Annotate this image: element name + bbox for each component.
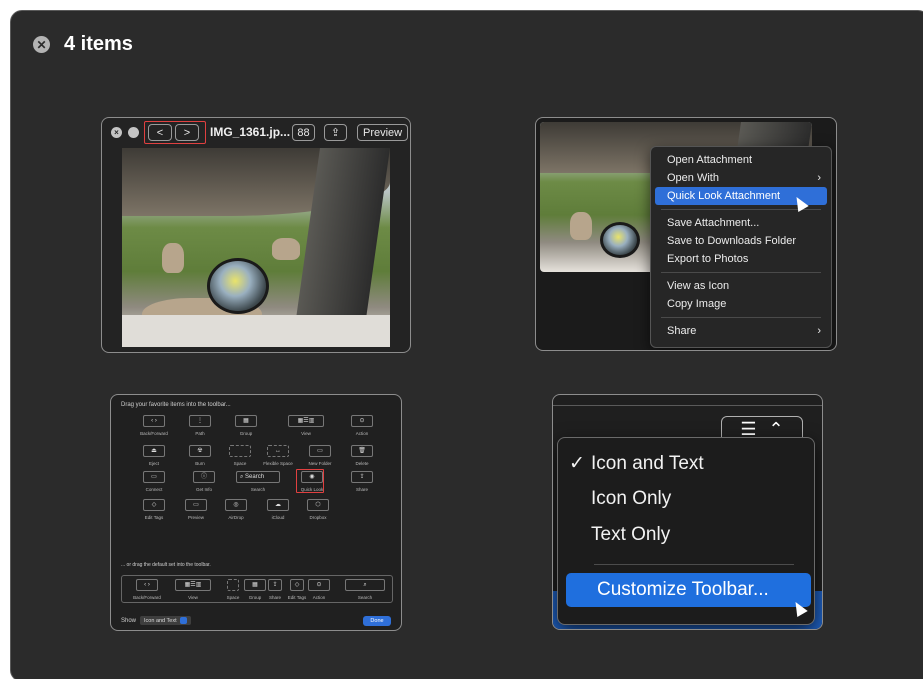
chevron-updown-icon bbox=[179, 617, 187, 624]
show-select[interactable]: Icon and Text bbox=[140, 616, 191, 625]
menu-item-copy-image[interactable]: Copy Image bbox=[655, 295, 827, 313]
file-name: IMG_1361.jp... bbox=[210, 125, 291, 139]
chevron-right-icon: › bbox=[817, 172, 821, 184]
fullscreen-icon[interactable] bbox=[128, 127, 139, 138]
navigation-highlight: < > bbox=[144, 121, 206, 144]
thumbnail-customize-toolbar[interactable]: Drag your favorite items into the toolba… bbox=[110, 394, 402, 631]
tool-get-info[interactable]: ⓘ Get Info bbox=[179, 471, 229, 492]
viewer-toolbar: × < > IMG_1361.jp... 88 ⇪ Preview bbox=[102, 118, 410, 148]
chevron-right-icon: › bbox=[817, 325, 821, 337]
forward-button[interactable]: > bbox=[175, 124, 199, 141]
quick-look-highlight bbox=[296, 469, 324, 493]
tool-view[interactable]: ▦☰▥ View bbox=[281, 415, 331, 436]
tool-action[interactable]: ⊙ Action bbox=[337, 415, 387, 436]
tool-dropbox[interactable]: ⬡ Dropbox bbox=[293, 499, 343, 520]
customize-heading: Drag your favorite items into the toolba… bbox=[121, 402, 231, 408]
thumbnail-toolbar-menu[interactable]: ☰ ⌃ ✓ Icon and Text Icon Only Text Only C… bbox=[552, 394, 823, 630]
tool-connect[interactable]: ▭ Connect bbox=[129, 471, 179, 492]
menu-item-label: Share bbox=[667, 325, 697, 337]
tool-search[interactable]: ⌕ Search Search bbox=[233, 471, 283, 492]
option-icon-only[interactable]: Icon Only bbox=[569, 488, 671, 510]
menu-item-export-to-photos[interactable]: Export to Photos bbox=[655, 250, 827, 268]
window-title: 4 items bbox=[64, 33, 133, 55]
tool-back-forward[interactable]: ‹ › Back/Forward bbox=[129, 415, 179, 436]
toolbar-options-menu: ✓ Icon and Text Icon Only Text Only Custo… bbox=[557, 437, 815, 625]
share-icon[interactable]: ⇪ bbox=[324, 124, 347, 141]
title-row: ✕ 4 items bbox=[33, 33, 133, 56]
side-mirror bbox=[207, 258, 269, 314]
tool-group[interactable]: ▦ Group bbox=[221, 415, 271, 436]
menu-item-label: Open With bbox=[667, 172, 719, 184]
show-label: Show bbox=[121, 617, 137, 624]
tool-delete[interactable]: 🗑 Delete bbox=[337, 445, 387, 466]
done-button[interactable]: Done bbox=[363, 616, 391, 626]
photo-image bbox=[122, 148, 390, 347]
menu-item-open-attachment[interactable]: Open Attachment bbox=[655, 151, 827, 169]
menu-divider bbox=[661, 317, 821, 318]
default-set-label: ... or drag the default set into the too… bbox=[121, 562, 211, 568]
tool-eject[interactable]: ⏏ Eject bbox=[129, 445, 179, 466]
option-text-only[interactable]: Text Only bbox=[569, 524, 670, 546]
default-search: ⌕ Search bbox=[340, 579, 390, 600]
menu-item-view-as-icon[interactable]: View as Icon bbox=[655, 277, 827, 295]
show-control: Show Icon and Text bbox=[121, 616, 191, 625]
menu-item-share[interactable]: Share › bbox=[655, 322, 827, 340]
default-toolbar-set[interactable]: ‹ › Back/Forward ▦☰▥ View Space ▦ Group ⇪ Sh… bbox=[121, 575, 393, 603]
back-button[interactable]: < bbox=[148, 124, 172, 141]
menu-item-save-attachment[interactable]: Save Attachment... bbox=[655, 214, 827, 232]
menu-divider bbox=[661, 272, 821, 273]
thumbnail-context-menu[interactable]: Open Attachment Open With › Quick Look At… bbox=[535, 117, 837, 351]
grid-view-icon[interactable]: 88 bbox=[292, 124, 315, 141]
tool-path[interactable]: ⋮ Path bbox=[175, 415, 225, 436]
option-icon-and-text[interactable]: ✓ Icon and Text bbox=[569, 452, 704, 475]
default-back-forward: ‹ › Back/Forward bbox=[122, 579, 172, 600]
menu-divider bbox=[594, 564, 794, 565]
menu-item-save-to-downloads[interactable]: Save to Downloads Folder bbox=[655, 232, 827, 250]
default-action: ⊙ Action bbox=[294, 579, 344, 600]
attachment-context-menu: Open Attachment Open With › Quick Look At… bbox=[650, 146, 832, 348]
open-in-preview-button[interactable]: Preview bbox=[357, 124, 409, 141]
menu-item-open-with[interactable]: Open With › bbox=[655, 169, 827, 187]
thumbnail-quick-look-viewer[interactable]: × < > IMG_1361.jp... 88 ⇪ Preview bbox=[101, 117, 411, 353]
close-icon[interactable]: ✕ bbox=[33, 36, 50, 53]
close-icon[interactable]: × bbox=[111, 127, 122, 138]
customize-toolbar-item[interactable]: Customize Toolbar... bbox=[566, 573, 811, 607]
checkmark-icon: ✓ bbox=[569, 453, 585, 474]
tool-share[interactable]: ⇪ Share bbox=[337, 471, 387, 492]
